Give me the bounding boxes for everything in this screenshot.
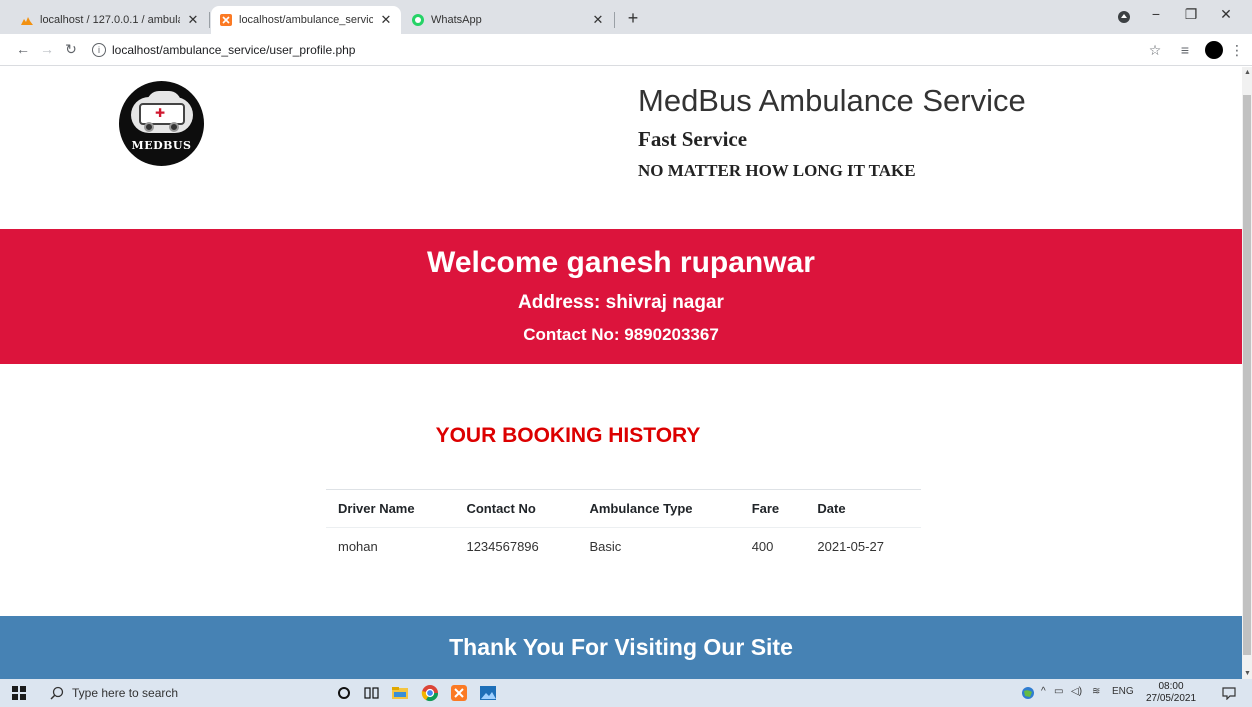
volume-icon[interactable]: ◁)	[1071, 686, 1082, 697]
tab-title: localhost / 127.0.0.1 / ambulanc	[40, 14, 180, 26]
close-window-button[interactable]: ✕	[1216, 6, 1236, 23]
tab-user-profile[interactable]: localhost/ambulance_service/use ✕	[211, 6, 401, 34]
driver-name-cell: mohan	[338, 539, 378, 554]
welcome-banner: Welcome ganesh rupanwar Address: shivraj…	[0, 229, 1242, 364]
tab-title: localhost/ambulance_service/use	[239, 14, 373, 26]
scrollbar-thumb[interactable]	[1243, 95, 1251, 655]
windows-taskbar: Type here to search ^ ▭ ◁) ≋ ENG 08:00 2…	[0, 679, 1252, 707]
search-placeholder: Type here to search	[72, 686, 179, 700]
tab-divider	[614, 12, 615, 28]
tab-phpmyadmin[interactable]: localhost / 127.0.0.1 / ambulanc ✕	[12, 6, 208, 34]
forward-arrow-icon[interactable]: →	[38, 41, 56, 57]
user-address: Address: shivraj nagar	[518, 292, 724, 313]
wheel-icon	[169, 122, 179, 132]
back-arrow-icon[interactable]: ←	[14, 41, 32, 57]
file-explorer-icon[interactable]	[390, 683, 410, 703]
address-bar-row: ← → ↻ i localhost/ambulance_service/user…	[0, 34, 1252, 66]
footer-banner: Thank You For Visiting Our Site	[0, 616, 1242, 679]
column-header: Ambulance Type	[577, 489, 740, 528]
site-subtitle: Fast Service	[638, 127, 748, 151]
reading-list-icon[interactable]: ≡	[1176, 42, 1194, 58]
user-contact: Contact No: 9890203367	[523, 325, 719, 344]
bookmark-star-icon[interactable]: ☆	[1146, 42, 1164, 59]
battery-icon[interactable]: ▭	[1054, 686, 1063, 697]
info-icon[interactable]: i	[92, 43, 106, 57]
tab-whatsapp[interactable]: WhatsApp ✕	[403, 6, 613, 34]
clock-date: 27/05/2021	[1145, 693, 1197, 704]
maximize-button[interactable]: ❐	[1181, 6, 1201, 23]
site-tagline: NO MATTER HOW LONG IT TAKE	[638, 161, 916, 180]
cortana-icon[interactable]	[334, 683, 354, 703]
minimize-button[interactable]: −	[1146, 6, 1166, 22]
logo-text: MEDBUS	[131, 139, 192, 152]
column-header: Contact No	[454, 489, 578, 528]
table-row: mohan 1234567896 Basic 400 2021-05-27	[326, 528, 921, 566]
fare-cell: 400	[751, 539, 774, 554]
booking-history-table: Driver Name Contact No Ambulance Type Fa…	[326, 489, 921, 565]
task-view-icon[interactable]	[362, 683, 382, 703]
page-viewport: ✚ MEDBUS MedBus Ambulance Service Fast S…	[0, 67, 1242, 679]
network-globe-icon[interactable]	[1021, 686, 1035, 700]
xampp-icon[interactable]	[449, 683, 469, 703]
profile-avatar[interactable]	[1205, 41, 1223, 59]
windows-start-icon[interactable]	[12, 686, 26, 700]
scroll-up-arrow-icon[interactable]: ▲	[1244, 69, 1251, 76]
tray-chevron-up-icon[interactable]: ^	[1041, 686, 1046, 697]
xampp-icon	[220, 14, 232, 26]
menu-kebab-icon[interactable]: ⋮	[1228, 42, 1246, 59]
search-icon	[50, 686, 64, 700]
table-header-row: Driver Name Contact No Ambulance Type Fa…	[326, 489, 921, 528]
taskbar-search-input[interactable]: Type here to search	[40, 679, 308, 707]
date-cell: 2021-05-27	[817, 539, 884, 554]
reload-icon[interactable]: ↻	[62, 41, 80, 58]
column-header: Date	[805, 489, 921, 528]
language-indicator[interactable]: ENG	[1112, 686, 1134, 697]
contact-no-cell: 1234567896	[466, 539, 539, 554]
phpmyadmin-icon	[21, 17, 33, 25]
close-icon[interactable]: ✕	[186, 12, 200, 28]
column-header: Driver Name	[326, 489, 455, 528]
footer-text: Thank You For Visiting Our Site	[449, 634, 793, 660]
browser-tab-strip: localhost / 127.0.0.1 / ambulanc ✕ local…	[0, 0, 1252, 34]
url-field[interactable]: i localhost/ambulance_service/user_profi…	[92, 39, 1132, 61]
wheel-icon	[144, 122, 154, 132]
photos-icon[interactable]	[478, 683, 498, 703]
close-icon[interactable]: ✕	[379, 12, 393, 28]
booking-history-heading: YOUR BOOKING HISTORY	[435, 424, 701, 447]
page-scrollbar[interactable]: ▲ ▼	[1242, 67, 1252, 679]
extension-icon[interactable]	[1117, 10, 1131, 24]
medbus-logo: ✚ MEDBUS	[119, 81, 204, 166]
welcome-greeting: Welcome ganesh rupanwar	[427, 246, 815, 279]
clock-time: 08:00	[1158, 681, 1184, 692]
column-header: Fare	[739, 489, 806, 528]
close-icon[interactable]: ✕	[591, 12, 605, 28]
wifi-icon[interactable]: ≋	[1092, 686, 1100, 697]
new-tab-button[interactable]: +	[622, 8, 644, 29]
taskbar-clock[interactable]: 08:00 27/05/2021	[1143, 681, 1199, 705]
scroll-down-arrow-icon[interactable]: ▼	[1244, 670, 1251, 677]
whatsapp-icon	[412, 14, 424, 26]
notification-icon[interactable]	[1222, 686, 1236, 700]
ambulance-type-cell: Basic	[589, 539, 622, 554]
tab-title: WhatsApp	[431, 14, 482, 26]
url-text: localhost/ambulance_service/user_profile…	[112, 43, 356, 57]
medical-cross-icon: ✚	[155, 106, 166, 120]
chrome-icon[interactable]	[420, 683, 440, 703]
site-title: MedBus Ambulance Service	[638, 83, 1026, 118]
tab-divider	[209, 12, 210, 28]
